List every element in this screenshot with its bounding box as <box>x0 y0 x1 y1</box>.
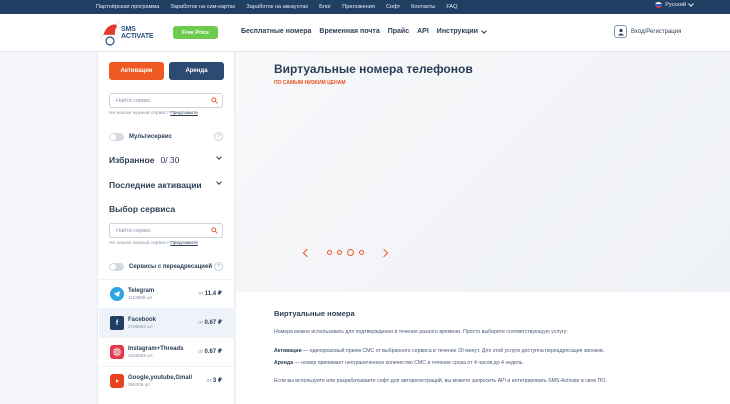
top-link-sim-earn[interactable]: Заработок на сим-картах <box>170 4 235 10</box>
header: SMS ACTIVATE Free Price Бесплатные номер… <box>0 14 730 52</box>
service-count: 3268589 шт <box>128 353 153 358</box>
forwarding-toggle[interactable] <box>109 263 124 271</box>
logo-line-1: SMS <box>121 26 136 33</box>
nav-instructions-label: Инструкции <box>436 28 478 35</box>
choose-service-heading: Выбор сервиса <box>109 204 223 214</box>
arrow-left-icon[interactable] <box>302 248 312 257</box>
tab-rent[interactable]: Аренда <box>169 62 224 80</box>
language-label: Русский <box>665 2 686 8</box>
chevron-down-icon <box>481 28 487 34</box>
search-icon[interactable] <box>211 227 218 234</box>
suggest-hint-text: Не нашли нужный сервис? <box>109 111 169 116</box>
service-tabs: Активации Аренда <box>109 62 224 80</box>
top-link-faq[interactable]: FAQ <box>446 4 457 10</box>
suggest-link-2[interactable]: Предложите <box>170 241 198 246</box>
paragraph-api: Если вы используете или разрабатываете с… <box>274 378 607 384</box>
recent-activations-section[interactable]: Последние активации <box>109 179 223 190</box>
service-search-2 <box>109 223 223 238</box>
service-search-input-2[interactable] <box>116 227 208 234</box>
service-row-telegram[interactable]: Telegram 1123889 шт от 11.4 ₽ <box>99 279 235 308</box>
service-row-instagram[interactable]: Instagram+Threads 3268589 шт от 0.67 ₽ <box>99 337 235 366</box>
nav-free-numbers[interactable]: Бесплатные номера <box>241 28 311 35</box>
service-search-input[interactable] <box>116 97 208 104</box>
user-icon <box>614 25 627 38</box>
banner-carousel-controls <box>302 248 389 257</box>
youtube-icon <box>110 374 124 388</box>
telegram-icon <box>110 287 124 301</box>
nav-api[interactable]: API <box>417 28 429 35</box>
main-nav: Бесплатные номера Временная почта Прайс … <box>241 28 494 35</box>
carousel-dot[interactable] <box>327 250 332 255</box>
nav-temp-mail[interactable]: Временная почта <box>319 28 379 35</box>
language-selector[interactable]: Русский <box>655 1 694 8</box>
favorites-count: 0/ 30 <box>160 155 180 165</box>
chevron-down-icon <box>216 154 222 160</box>
favorites-label: Избранное <box>109 155 155 165</box>
hero-banner <box>236 52 730 292</box>
login-button[interactable]: Вход/Регистрация <box>614 25 681 38</box>
service-name: Telegram <box>128 288 155 294</box>
service-count: 1123889 шт <box>128 295 153 300</box>
logo[interactable]: SMS ACTIVATE <box>97 19 167 47</box>
top-bar: Партнёрская программа Заработок на сим-к… <box>0 0 730 14</box>
nav-price[interactable]: Прайс <box>388 28 409 35</box>
top-link-account-earn[interactable]: Заработок на аккаунтах <box>246 4 308 10</box>
multiservice-label: Мультисервис <box>129 134 172 140</box>
suggest-hint: Не нашли нужный сервис? Предложите <box>109 111 198 116</box>
service-row-google[interactable]: Google,youtube,Gmail 388309 шт от 3 ₽ <box>99 366 235 395</box>
service-price: от 11.4 ₽ <box>198 291 222 297</box>
page-subtitle: ПО САМЫМ НИЗКИМ ЦЕНАМ <box>274 80 346 86</box>
top-link-partner[interactable]: Партнёрская программа <box>96 4 159 10</box>
section-title: Виртуальные номера <box>274 309 355 318</box>
top-link-apps[interactable]: Приложения <box>342 4 375 10</box>
carousel-dot[interactable] <box>359 250 364 255</box>
top-link-soft[interactable]: Софт <box>386 4 400 10</box>
help-icon[interactable]: ? <box>214 262 223 271</box>
nav-instructions[interactable]: Инструкции <box>436 28 487 35</box>
tab-activations[interactable]: Активации <box>109 62 164 80</box>
chevron-down-icon <box>688 1 694 7</box>
service-price: от 3 ₽ <box>206 378 222 384</box>
russian-flag-icon <box>655 2 663 8</box>
suggest-hint-text-2: Не нашли нужный сервис? <box>109 241 169 246</box>
top-link-blog[interactable]: Блог <box>319 4 331 10</box>
sidebar: Активации Аренда Не нашли нужный сервис?… <box>97 52 235 404</box>
carousel-dot[interactable] <box>337 250 342 255</box>
service-row-facebook[interactable]: f Facebook 2785863 шт от 0.67 ₽ <box>99 308 235 337</box>
logo-line-2: ACTIVATE <box>121 33 154 40</box>
arrow-right-icon[interactable] <box>379 248 389 257</box>
page-title: Виртуальные номера телефонов <box>274 62 473 76</box>
forwarding-row: Сервисы с переадресацией ? <box>109 261 223 273</box>
help-icon[interactable]: ? <box>214 132 223 141</box>
suggest-hint-2: Не нашли нужный сервис? Предложите <box>109 241 198 246</box>
service-price: от 0.67 ₽ <box>198 320 222 326</box>
facebook-icon: f <box>110 316 124 330</box>
paragraph-intro: Номера можно использовать для подтвержде… <box>274 329 568 335</box>
recent-activations-label: Последние активации <box>109 180 202 190</box>
favorites-section[interactable]: Избранное 0/ 30 <box>109 154 223 165</box>
service-name: Google,youtube,Gmail <box>128 375 193 381</box>
search-icon[interactable] <box>211 97 218 104</box>
service-count: 2785863 шт <box>128 324 153 329</box>
service-search <box>109 93 223 108</box>
carousel-dot-active[interactable] <box>347 249 354 256</box>
chevron-down-icon <box>216 179 222 185</box>
choose-service-label: Выбор сервиса <box>109 204 176 214</box>
service-price: от 0.67 ₽ <box>198 349 222 355</box>
paragraph-rent: Аренда — номер принимает неограниченное … <box>274 360 524 366</box>
free-price-button[interactable]: Free Price <box>173 26 218 39</box>
instagram-icon <box>110 345 124 359</box>
forwarding-label: Сервисы с переадресацией <box>129 264 213 270</box>
paragraph-activations: Активации — единоразовый прием СМС от вы… <box>274 348 605 354</box>
service-name: Facebook <box>128 317 157 323</box>
service-count: 388309 шт <box>128 382 151 387</box>
login-label: Вход/Регистрация <box>631 28 682 35</box>
service-name: Instagram+Threads <box>128 346 184 352</box>
multiservice-toggle[interactable] <box>109 133 124 141</box>
multiservice-row: Мультисервис ? <box>109 131 223 143</box>
top-link-contacts[interactable]: Контакты <box>411 4 435 10</box>
suggest-link[interactable]: Предложите <box>170 111 198 116</box>
